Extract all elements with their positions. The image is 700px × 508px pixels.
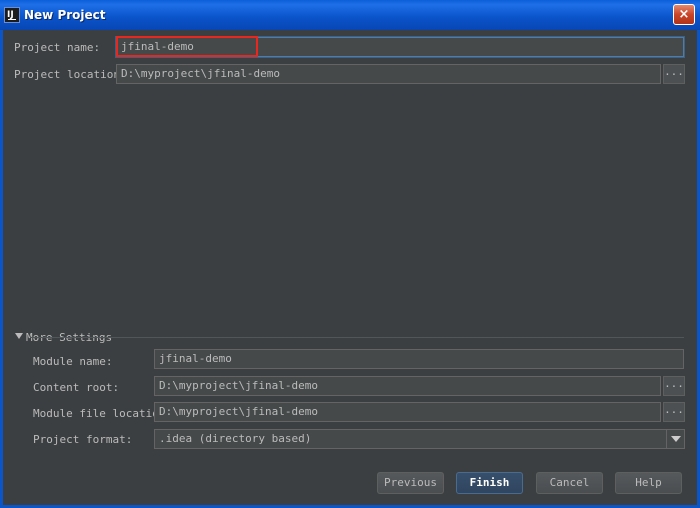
cancel-button[interactable]: Cancel <box>536 472 603 494</box>
project-name-highlight-box <box>116 36 258 57</box>
new-project-dialog: IJ New Project × Project name: jfinal-de… <box>0 0 700 508</box>
intellij-app-icon: IJ <box>4 7 20 23</box>
close-icon: × <box>678 7 690 22</box>
content-root-browse-button[interactable]: ... <box>663 376 685 396</box>
browse-icon: ... <box>664 377 684 390</box>
dropdown-arrow-icon <box>671 436 681 442</box>
project-location-browse-button[interactable]: ... <box>663 64 685 84</box>
content-root-input[interactable]: D:\myproject\jfinal-demo <box>154 376 661 396</box>
help-button[interactable]: Help <box>615 472 682 494</box>
module-name-label: Module name: <box>33 355 113 368</box>
close-button[interactable]: × <box>673 4 695 25</box>
collapse-triangle-icon[interactable] <box>15 333 23 339</box>
previous-button[interactable]: Previous <box>377 472 444 494</box>
window-border-left <box>0 30 3 508</box>
project-format-select[interactable]: .idea (directory based) <box>154 429 685 449</box>
project-name-label: Project name: <box>14 41 101 54</box>
module-file-location-input[interactable]: D:\myproject\jfinal-demo <box>154 402 661 422</box>
module-name-input[interactable]: jfinal-demo <box>154 349 684 369</box>
project-location-label: Project location: <box>14 68 127 81</box>
browse-icon: ... <box>664 65 684 78</box>
project-format-label: Project format: <box>33 433 133 446</box>
title-bar[interactable]: IJ New Project × <box>0 0 700 30</box>
project-location-input[interactable]: D:\myproject\jfinal-demo <box>116 64 661 84</box>
module-file-location-browse-button[interactable]: ... <box>663 402 685 422</box>
dialog-title: New Project <box>24 8 106 22</box>
browse-icon: ... <box>664 403 684 416</box>
content-root-label: Content root: <box>33 381 120 394</box>
finish-button[interactable]: Finish <box>456 472 523 494</box>
module-file-location-label: Module file location: <box>33 407 173 420</box>
more-settings-separator <box>30 337 684 338</box>
project-format-dropdown-button[interactable] <box>666 430 684 448</box>
